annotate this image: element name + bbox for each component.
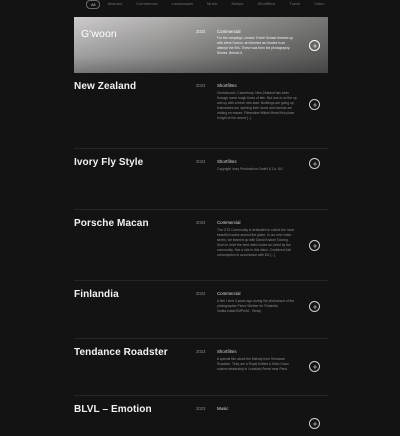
project-year: 2023	[196, 349, 206, 354]
filter-travel[interactable]: Travel	[282, 0, 307, 8]
project-year: 2024	[196, 159, 206, 164]
category-filter-bar: All Abstract Commercial Landscapes Music…	[86, 0, 324, 9]
project-year: 2023	[196, 83, 206, 88]
filter-abstract[interactable]: Abstract	[100, 0, 129, 8]
project-title[interactable]: New Zealand	[74, 81, 136, 92]
project-title[interactable]: Porsche Macan	[74, 218, 149, 229]
plus-icon	[312, 43, 317, 48]
project-title[interactable]: Ivory Fly Style	[74, 157, 143, 168]
project-row-ivory-fly-style[interactable]: Ivory Fly Style 2024 Shortfilms Copyrigh…	[74, 149, 328, 210]
expand-button[interactable]	[309, 418, 320, 429]
expand-button[interactable]	[309, 361, 320, 372]
expand-button[interactable]	[309, 240, 320, 251]
filter-commercial[interactable]: Commercial	[129, 0, 164, 8]
filter-video[interactable]: Video	[307, 0, 331, 8]
project-description: For the campaign, creator Tronte Schaar …	[217, 36, 293, 55]
plus-icon	[312, 364, 317, 369]
plus-icon	[312, 161, 317, 166]
expand-button[interactable]	[309, 301, 320, 312]
expand-button[interactable]	[309, 40, 320, 51]
project-list: G'woon 2023 Commercial For the campaign,…	[74, 17, 328, 436]
filter-shortfilms[interactable]: Shortfilms	[251, 0, 283, 8]
project-description: A film I shot 4 years ago during the pho…	[217, 299, 295, 313]
project-description: Copyright Ivory Productions GmbH & Co. K…	[217, 167, 283, 171]
project-category: Shortfilms	[217, 159, 237, 164]
project-row-porsche-macan[interactable]: Porsche Macan 2024 Commercial The GTS Co…	[74, 210, 328, 281]
filter-nature[interactable]: Nature	[225, 0, 251, 8]
project-description: A special film about the Melody from Ten…	[217, 357, 289, 371]
project-title[interactable]: Tendance Roadster	[74, 347, 168, 358]
project-category: Commercial	[217, 291, 241, 296]
project-category: Shortfilms	[217, 83, 237, 88]
project-row-new-zealand[interactable]: New Zealand 2023 Shortfilms Christchurch…	[74, 73, 328, 149]
project-title[interactable]: BLVL – Emotion	[74, 404, 152, 415]
project-category: Commercial	[217, 29, 241, 34]
project-category: Music	[217, 406, 229, 411]
project-row-tendance-roadster[interactable]: Tendance Roadster 2023 Shortfilms A spec…	[74, 339, 328, 396]
project-title[interactable]: Finlandia	[74, 289, 119, 300]
plus-icon	[312, 243, 317, 248]
project-description: The GTS Community is dedicated to collec…	[217, 228, 294, 257]
project-year: 2024	[196, 291, 206, 296]
project-year: 2023	[196, 29, 206, 34]
filter-landscapes[interactable]: Landscapes	[164, 0, 200, 8]
project-category: Shortfilms	[217, 349, 237, 354]
project-row-blvl-emotion[interactable]: BLVL – Emotion 2023 Music	[74, 396, 328, 436]
plus-icon	[312, 102, 317, 107]
project-row-gwoon[interactable]: G'woon 2023 Commercial For the campaign,…	[74, 17, 328, 73]
project-description: Christchurch, Canterbury. New Zealand ha…	[217, 91, 297, 120]
filter-music[interactable]: Music	[200, 0, 224, 8]
filter-all[interactable]: All	[86, 0, 101, 9]
plus-icon	[312, 304, 317, 309]
expand-button[interactable]	[309, 158, 320, 169]
plus-icon	[312, 421, 317, 426]
project-year: 2024	[196, 220, 206, 225]
project-row-finlandia[interactable]: Finlandia 2024 Commercial A film I shot …	[74, 281, 328, 339]
expand-button[interactable]	[309, 99, 320, 110]
project-title[interactable]: G'woon	[81, 28, 117, 40]
project-category: Commercial	[217, 220, 241, 225]
project-year: 2023	[196, 406, 206, 411]
